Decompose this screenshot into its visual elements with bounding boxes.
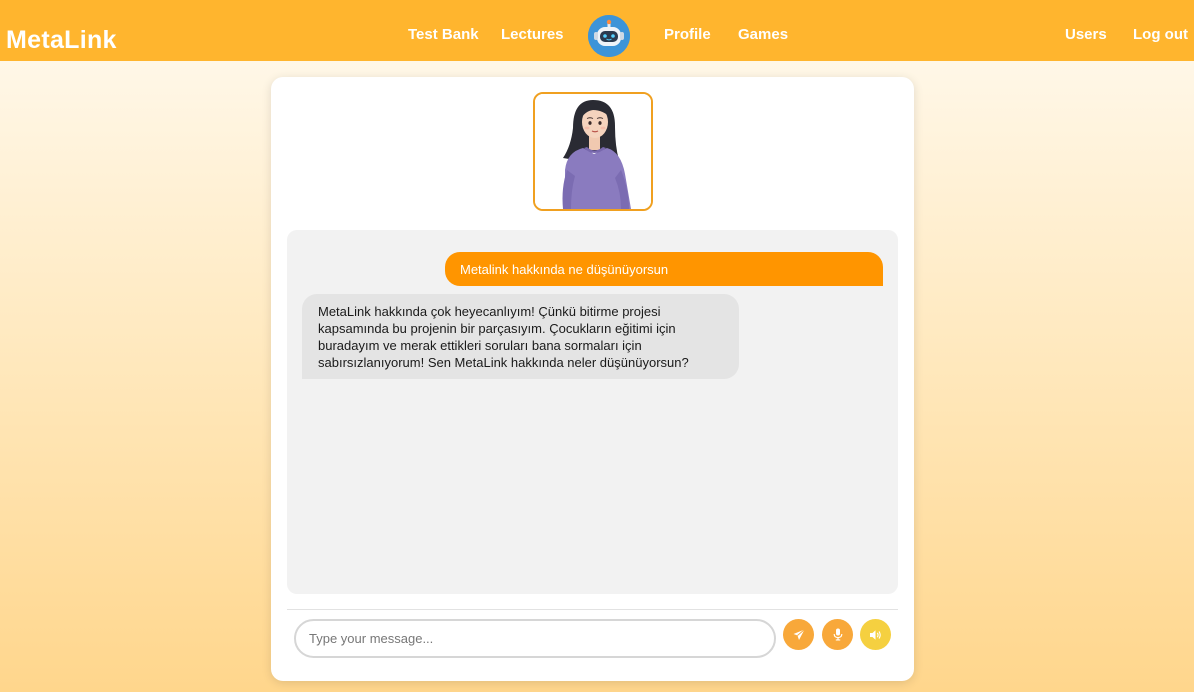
bot-message-bubble: MetaLink hakkında çok heyecanlıyım! Çünk… xyxy=(302,294,739,379)
speaker-button[interactable] xyxy=(860,619,891,650)
user-message-bubble: Metalink hakkında ne düşünüyorsun xyxy=(445,252,883,286)
brand-logo-text[interactable]: MetaLink xyxy=(6,26,117,54)
nav-lectures[interactable]: Lectures xyxy=(501,26,564,44)
chat-messages-area[interactable]: Metalink hakkında ne düşünüyorsun MetaLi… xyxy=(287,230,898,594)
nav-test-bank[interactable]: Test Bank xyxy=(408,26,479,44)
speaker-icon xyxy=(869,629,882,641)
robot-icon[interactable] xyxy=(588,15,630,57)
nav-profile[interactable]: Profile xyxy=(664,26,711,44)
input-divider xyxy=(287,609,898,610)
nav-users[interactable]: Users xyxy=(1065,26,1107,44)
microphone-icon xyxy=(832,628,844,641)
message-input[interactable] xyxy=(294,619,776,658)
paper-plane-icon xyxy=(793,628,805,641)
send-button[interactable] xyxy=(783,619,814,650)
top-navbar: MetaLink Test Bank Lectures Profile Game… xyxy=(0,0,1194,61)
nav-logout[interactable]: Log out xyxy=(1133,26,1188,44)
microphone-button[interactable] xyxy=(822,619,853,650)
nav-games[interactable]: Games xyxy=(738,26,788,44)
assistant-avatar xyxy=(533,92,653,211)
chat-card: Metalink hakkında ne düşünüyorsun MetaLi… xyxy=(271,77,914,681)
